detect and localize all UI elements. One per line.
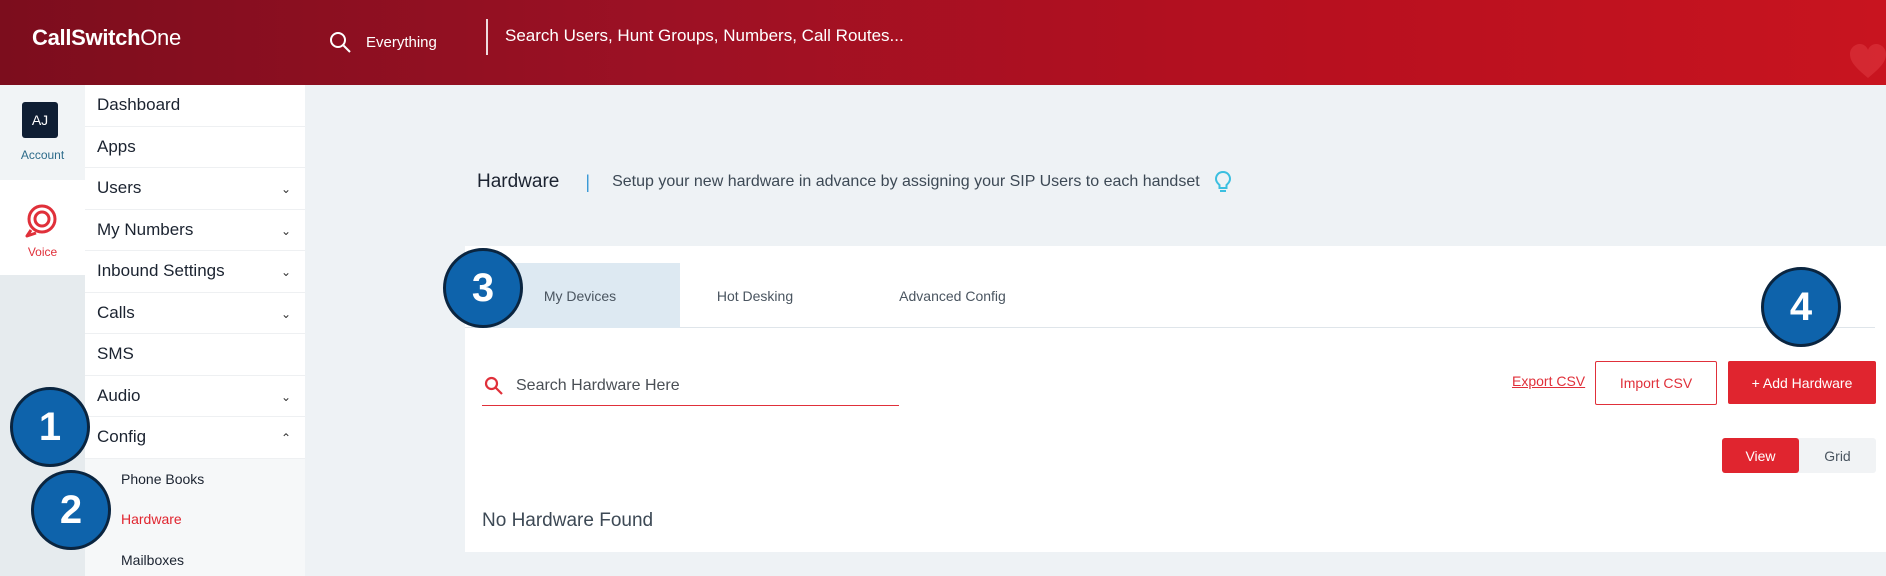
rail-account[interactable]: AJ Account (0, 85, 85, 180)
callout-1: 1 (10, 387, 90, 467)
search-icon (484, 376, 503, 395)
avatar[interactable]: AJ (22, 102, 58, 138)
config-submenu: Phone Books Hardware Mailboxes (85, 459, 305, 576)
sidebar-item-my-numbers[interactable]: My Numbers ⌄ (85, 209, 305, 251)
hardware-search-input[interactable] (516, 377, 876, 395)
submenu-item-hardware[interactable]: Hardware (121, 511, 182, 527)
chevron-icon (281, 141, 293, 153)
page-title: Hardware (477, 171, 560, 192)
page-description: Setup your new hardware in advance by as… (612, 173, 1200, 190)
sidebar-item-dashboard[interactable]: Dashboard (85, 85, 305, 127)
header-divider (486, 19, 488, 55)
submenu-item-mailboxes[interactable]: Mailboxes (121, 552, 184, 568)
chevron-down-icon: ⌄ (281, 306, 292, 321)
tab-advanced-config[interactable]: Advanced Config (865, 263, 1040, 328)
view-toggle: View Grid (1722, 438, 1876, 473)
rail-voice-label: Voice (27, 245, 58, 259)
page-header: Hardware | Setup your new hardware in ad… (477, 170, 1232, 194)
import-csv-button[interactable]: Import CSV (1595, 361, 1717, 405)
chevron-down-icon: ⌄ (281, 182, 292, 197)
rail-voice[interactable]: Voice (0, 180, 85, 275)
view-toggle-view[interactable]: View (1722, 438, 1799, 473)
chevron-down-icon: ⌄ (281, 265, 292, 280)
global-search-input[interactable]: Search Users, Hunt Groups, Numbers, Call… (505, 26, 904, 46)
sidebar-item-users[interactable]: Users ⌄ (85, 168, 305, 210)
search-scope-label: Everything (366, 33, 437, 51)
sidebar-item-sms[interactable]: SMS (85, 334, 305, 376)
sidebar-item-calls[interactable]: Calls ⌄ (85, 292, 305, 334)
chevron-down-icon: ⌄ (281, 223, 292, 238)
sidebar-item-inbound-settings[interactable]: Inbound Settings ⌄ (85, 251, 305, 293)
title-separator: | (585, 171, 591, 192)
lightbulb-icon[interactable] (1214, 170, 1232, 194)
submenu-item-phone-books[interactable]: Phone Books (121, 471, 204, 487)
chevron-icon (281, 99, 293, 111)
sidebar-menu: Dashboard Apps Users ⌄ My Numbers ⌄ Inboun… (85, 85, 305, 459)
callout-3: 3 (443, 248, 523, 328)
chevron-icon (281, 348, 293, 360)
chevron-down-icon: ⌄ (281, 389, 292, 404)
search-scope-selector[interactable]: Everything (328, 22, 437, 62)
sidebar-item-audio[interactable]: Audio ⌄ (85, 375, 305, 417)
heart-icon (1850, 44, 1886, 78)
export-csv-link[interactable]: Export CSV (1512, 373, 1585, 389)
tab-hot-desking[interactable]: Hot Desking (680, 263, 830, 328)
empty-state-message: No Hardware Found (482, 510, 654, 531)
hardware-tabs: My Devices Hot Desking Advanced Config (465, 263, 1875, 328)
voice-icon (25, 204, 57, 238)
sidebar-item-config[interactable]: Config ⌃ (85, 417, 305, 459)
add-hardware-button[interactable]: + Add Hardware (1728, 361, 1876, 404)
sidebar-item-apps[interactable]: Apps (85, 126, 305, 168)
chevron-up-icon: ⌃ (281, 431, 292, 446)
top-header: CallSwitchOne Everything Search Users, H… (0, 0, 1886, 85)
rail-account-label: Account (20, 148, 65, 162)
view-toggle-grid[interactable]: Grid (1799, 438, 1876, 473)
app-logo[interactable]: CallSwitchOne (32, 25, 181, 51)
hardware-search (482, 367, 899, 406)
search-icon (330, 32, 351, 53)
callout-2: 2 (31, 470, 111, 550)
callout-4: 4 (1761, 267, 1841, 347)
